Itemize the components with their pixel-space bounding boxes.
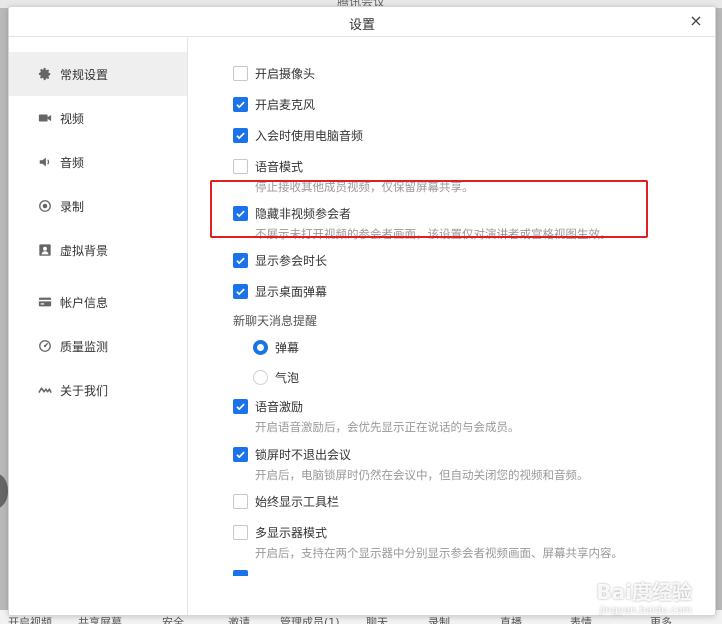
setting-voice-mode[interactable]: 语音模式 (233, 156, 303, 176)
radio-label: 气泡 (275, 370, 300, 385)
sidebar-item-label: 帐户信息 (60, 295, 109, 310)
sidebar-item-label: 虚拟背景 (60, 243, 109, 258)
speaker-icon (37, 154, 53, 170)
setting-open-camera[interactable]: 开启摄像头 (233, 63, 315, 83)
checkbox[interactable] (233, 65, 248, 81)
check-icon (236, 132, 245, 139)
settings-dialog: 设置 × 常规设置 视频 音频 录制 虚拟背景 帐户信息 质量监测 关于我们 开… (8, 6, 716, 616)
setting-description: 开启后，支持在两个显示器中分别显示参会者视频画面、屏幕共享内容。 (255, 546, 623, 560)
setting-label: 开启麦克风 (255, 97, 316, 112)
check-icon (236, 210, 245, 217)
setting-partially-visible[interactable] (233, 570, 373, 576)
setting-label: 锁屏时不退出会议 (255, 447, 352, 462)
sidebar-item-audio[interactable]: 音频 (9, 140, 187, 184)
setting-show-duration[interactable]: 显示参会时长 (233, 250, 327, 270)
portrait-icon (37, 242, 53, 258)
radio-selected[interactable] (253, 339, 268, 355)
setting-description: 不展示未打开视频的参会者画面，该设置仅对演讲者或宫格视图生效。 (255, 227, 612, 241)
watermark: Bai度经验 jingyan.baidu.com (596, 576, 692, 616)
setting-multi-monitor[interactable]: 多显示器模式 (233, 522, 327, 542)
check-icon (236, 403, 245, 410)
setting-label: 显示桌面弹幕 (255, 284, 328, 299)
record-icon (37, 198, 53, 214)
setting-label: 语音模式 (255, 159, 304, 174)
dialog-title: 设置 (348, 18, 375, 33)
checkbox-checked[interactable] (233, 398, 248, 414)
sidebar-item-label: 质量监测 (60, 339, 109, 354)
sidebar-item-record[interactable]: 录制 (9, 184, 187, 228)
setting-hide-non-video[interactable]: 隐藏非视频参会者 (233, 203, 351, 223)
sidebar-item-virtual-background[interactable]: 虚拟背景 (9, 228, 187, 272)
setting-label: 显示参会时长 (255, 253, 328, 268)
check-icon (236, 101, 245, 108)
sidebar-item-general[interactable]: 常规设置 (9, 52, 187, 96)
sidebar-item-about[interactable]: 关于我们 (9, 368, 187, 412)
checkbox[interactable] (233, 524, 248, 540)
radio-option-bubble[interactable]: 气泡 (253, 367, 299, 387)
sidebar-item-label: 常规设置 (60, 67, 109, 82)
checkbox-checked[interactable] (233, 96, 248, 112)
setting-label: 隐藏非视频参会者 (255, 206, 352, 221)
checkbox[interactable] (233, 493, 248, 509)
checkbox-checked[interactable] (233, 446, 248, 462)
sidebar-item-account[interactable]: 帐户信息 (9, 280, 187, 324)
setting-label: 入会时使用电脑音频 (255, 128, 364, 143)
setting-lock-screen[interactable]: 锁屏时不退出会议 (233, 444, 351, 464)
gauge-icon (37, 338, 53, 354)
close-icon[interactable]: × (687, 12, 705, 30)
radio-option-barrage[interactable]: 弹幕 (253, 337, 299, 357)
background-app-edge-control (0, 474, 8, 508)
gear-icon (37, 66, 53, 82)
setting-computer-audio[interactable]: 入会时使用电脑音频 (233, 125, 363, 145)
checkbox-checked[interactable] (233, 570, 248, 576)
sidebar-item-label: 录制 (60, 199, 85, 214)
setting-label: 开启摄像头 (255, 66, 316, 81)
sidebar-item-label: 关于我们 (60, 383, 109, 398)
logo-icon (37, 382, 53, 398)
setting-description: 开启后，电脑锁屏时仍然在会议中，但自动关闭您的视频和音频。 (255, 468, 589, 482)
checkbox-checked[interactable] (233, 205, 248, 221)
chat-notice-title: 新聊天消息提醒 (233, 314, 318, 328)
card-icon (37, 294, 53, 310)
setting-label: 多显示器模式 (255, 525, 328, 540)
radio-label: 弹幕 (275, 340, 300, 355)
sidebar-item-label: 音频 (60, 155, 85, 170)
settings-sidebar: 常规设置 视频 音频 录制 虚拟背景 帐户信息 质量监测 关于我们 (9, 38, 188, 615)
setting-label: 语音激励 (255, 399, 304, 414)
settings-content: 开启摄像头 开启麦克风 入会时使用电脑音频 语音模式 停止接收其他成员视频，仅保… (189, 38, 715, 615)
check-icon (236, 288, 245, 295)
setting-open-mic[interactable]: 开启麦克风 (233, 94, 315, 114)
check-icon (236, 451, 245, 458)
sidebar-item-label: 视频 (60, 111, 85, 126)
sidebar-item-video[interactable]: 视频 (9, 96, 187, 140)
setting-label: 始终显示工具栏 (255, 494, 340, 509)
radio[interactable] (253, 369, 268, 385)
sidebar-item-quality[interactable]: 质量监测 (9, 324, 187, 368)
setting-voice-excitation[interactable]: 语音激励 (233, 396, 303, 416)
dialog-titlebar: 设置 × (9, 7, 715, 37)
setting-description: 停止接收其他成员视频，仅保留屏幕共享。 (255, 180, 474, 194)
check-icon (236, 257, 245, 264)
checkbox-checked[interactable] (233, 283, 248, 299)
checkbox-checked[interactable] (233, 127, 248, 143)
setting-always-toolbar[interactable]: 始终显示工具栏 (233, 491, 339, 511)
checkbox[interactable] (233, 158, 248, 174)
setting-description: 开启语音激励后，会优先显示正在说话的与会成员。 (255, 420, 520, 434)
checkbox-checked[interactable] (233, 252, 248, 268)
watermark-text: Bai度经验 (596, 580, 692, 604)
video-camera-icon (37, 110, 53, 126)
setting-desktop-barrage[interactable]: 显示桌面弹幕 (233, 281, 327, 301)
watermark-subtext: jingyan.baidu.com (599, 605, 692, 616)
